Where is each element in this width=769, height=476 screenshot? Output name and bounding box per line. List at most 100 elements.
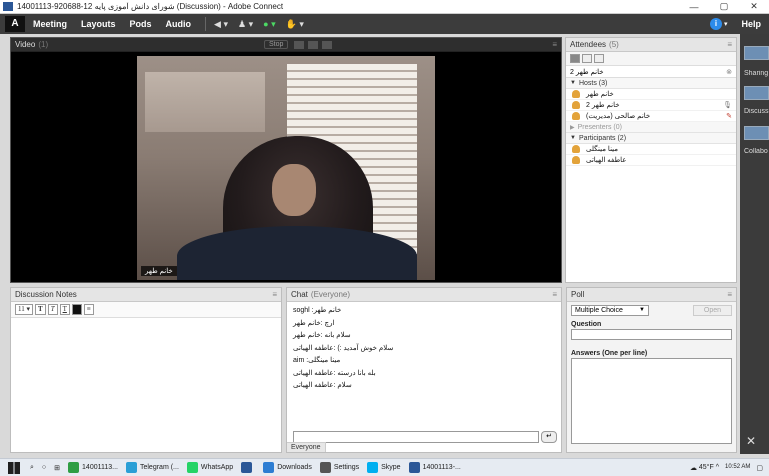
italic-button[interactable]: T: [47, 304, 58, 315]
pod-menu-icon[interactable]: ≡: [727, 40, 732, 49]
layout-thumb-discussion[interactable]: [744, 86, 769, 100]
taskbar-app-label: Telegram (...: [139, 464, 179, 471]
pod-menu-icon[interactable]: ≡: [552, 40, 557, 49]
text-color-button[interactable]: [71, 304, 82, 315]
group-hosts[interactable]: ▼ Hosts (3): [566, 78, 736, 89]
layout-collaboration[interactable]: Collabo: [744, 148, 769, 155]
underline-button[interactable]: T: [59, 304, 70, 315]
microphone-muted-icon: ✎: [726, 113, 732, 120]
video-pod: Video (1) Stop ≡ خانم طهر: [10, 37, 562, 283]
font-size-select[interactable]: 11 ▾: [15, 304, 34, 315]
taskbar-app-skype[interactable]: Skype: [367, 462, 401, 473]
my-status-row[interactable]: خانم طهر 2 ⊗: [566, 66, 736, 78]
search-icon[interactable]: ⌕: [30, 464, 34, 472]
layouts-strip: Sharing Discussio Collabo ✕: [740, 34, 769, 454]
clock[interactable]: 10:52 AM: [725, 464, 750, 471]
notes-text-area[interactable]: [11, 318, 281, 452]
menu-pods[interactable]: Pods: [130, 19, 152, 29]
menubar-right: i ▾ Help: [709, 18, 769, 30]
maximize-button[interactable]: ▢: [709, 1, 739, 12]
taskbar-app-adobe-connect[interactable]: 14001113-...: [408, 462, 461, 473]
close-icon[interactable]: ✕: [746, 434, 756, 448]
attendee-row[interactable]: خانم طهر: [566, 89, 736, 100]
layout-sharing[interactable]: Sharing: [744, 70, 769, 77]
notes-toolbar: 11 ▾ T T T ≡: [11, 302, 281, 318]
cortana-icon[interactable]: ○: [42, 464, 46, 471]
chevron-down-icon: ▾: [271, 18, 276, 29]
attendee-row[interactable]: عاطفه الهیاتی: [566, 155, 736, 166]
sort-view-icon[interactable]: [594, 54, 604, 63]
taskbar-app-label: WhatsApp: [200, 464, 234, 471]
weather-icon: ☁: [689, 464, 697, 472]
fullscreen-icon[interactable]: [322, 40, 333, 49]
minimize-button[interactable]: —: [679, 2, 709, 12]
send-message-button[interactable]: ↵: [541, 431, 557, 443]
stop-video-button[interactable]: Stop: [264, 40, 289, 49]
breakout-view-icon[interactable]: [582, 54, 592, 63]
chat-tab-everyone[interactable]: Everyone: [287, 442, 326, 452]
group-label: Presenters (0): [577, 123, 622, 131]
layout-thumb-sharing[interactable]: [744, 46, 769, 60]
main-menubar: A Meeting Layouts Pods Audio ◀ ▾ ♟ ▾ ● ▾…: [0, 14, 769, 34]
chat-input[interactable]: [293, 431, 539, 443]
raise-hand-dropdown[interactable]: ✋ ▾: [286, 19, 304, 30]
bullet-list-button[interactable]: ≡: [83, 304, 94, 315]
menu-audio[interactable]: Audio: [166, 19, 192, 29]
windows-start-icon[interactable]: [8, 461, 20, 474]
host-icon: [572, 90, 580, 98]
layout-thumb-collaboration[interactable]: [744, 126, 769, 140]
info-icon[interactable]: i: [709, 18, 722, 30]
attendees-pod: Attendees (5) ≡ خانم طهر 2 ⊗ ▼ Hosts (3)…: [565, 37, 737, 283]
raise-hand-icon: ✋: [285, 18, 297, 29]
group-participants[interactable]: ▼ Participants (2): [566, 133, 736, 144]
attendee-row[interactable]: خانم طهر 2 🎙: [566, 100, 736, 111]
menu-meeting[interactable]: Meeting: [33, 19, 67, 29]
pod-menu-icon[interactable]: ≡: [727, 290, 732, 299]
taskbar-app-settings[interactable]: Settings: [319, 462, 359, 473]
adobe-connect-app-icon: [3, 2, 13, 11]
layout-discussion[interactable]: Discussio: [744, 108, 769, 115]
webcam-dropdown[interactable]: ● ▾: [263, 19, 275, 30]
menu-separator: [205, 17, 207, 31]
video-pod-count: (1): [38, 40, 49, 49]
speaker-icon: ◀: [214, 18, 221, 29]
open-poll-button[interactable]: Open: [692, 305, 732, 316]
pod-menu-icon[interactable]: ≡: [272, 290, 277, 299]
taskbar-app-chrome[interactable]: 14001113...: [68, 462, 118, 473]
taskbar-app-word[interactable]: [241, 462, 255, 473]
chevron-up-icon[interactable]: ^: [716, 464, 719, 471]
participant-icon: [572, 145, 580, 153]
weather-temp[interactable]: 45°F: [699, 464, 714, 471]
menu-help[interactable]: Help: [741, 19, 761, 29]
attendee-row[interactable]: مینا مینگلی: [566, 144, 736, 155]
task-view-icon[interactable]: ⊞: [54, 464, 60, 472]
menu-layouts[interactable]: Layouts: [81, 19, 116, 29]
taskbar-app-telegram[interactable]: Telegram (...: [125, 462, 179, 473]
notification-icon[interactable]: ▢: [756, 464, 763, 472]
settings-icon: [319, 462, 331, 473]
speaker-dropdown[interactable]: ◀ ▾: [214, 19, 228, 30]
chevron-down-icon: ▼: [570, 135, 576, 141]
attendee-row[interactable]: خانم صالحی (مدیریت) ✎: [566, 111, 736, 122]
question-input[interactable]: [571, 329, 732, 340]
filmstrip-layout-icon[interactable]: [308, 40, 319, 49]
clear-status-icon[interactable]: ⊗: [726, 68, 732, 76]
list-view-icon[interactable]: [570, 54, 580, 63]
chat-scope: (Everyone): [310, 290, 351, 299]
taskbar-app-whatsapp[interactable]: WhatsApp: [186, 462, 234, 473]
poll-pod-title: Poll: [571, 290, 585, 299]
pod-menu-icon[interactable]: ≡: [552, 290, 557, 299]
chat-pod-title: Chat: [291, 290, 308, 299]
microphone-dropdown[interactable]: ♟ ▾: [238, 19, 253, 30]
group-presenters[interactable]: ▶ Presenters (0): [566, 122, 736, 133]
poll-type-select[interactable]: Multiple Choice ▼: [571, 305, 649, 316]
bold-button[interactable]: T: [35, 304, 46, 315]
attendee-name: خانم طهر 2: [586, 102, 620, 109]
answers-label: Answers (One per line): [571, 350, 648, 357]
taskbar-app-downloads[interactable]: Downloads: [263, 462, 312, 473]
chat-message: سلام :عاطفه الهیاتی: [293, 382, 352, 389]
answers-input[interactable]: [571, 358, 732, 444]
close-window-button[interactable]: ✕: [739, 1, 769, 12]
adobe-logo: A: [5, 16, 25, 32]
grid-layout-icon[interactable]: [294, 40, 305, 49]
